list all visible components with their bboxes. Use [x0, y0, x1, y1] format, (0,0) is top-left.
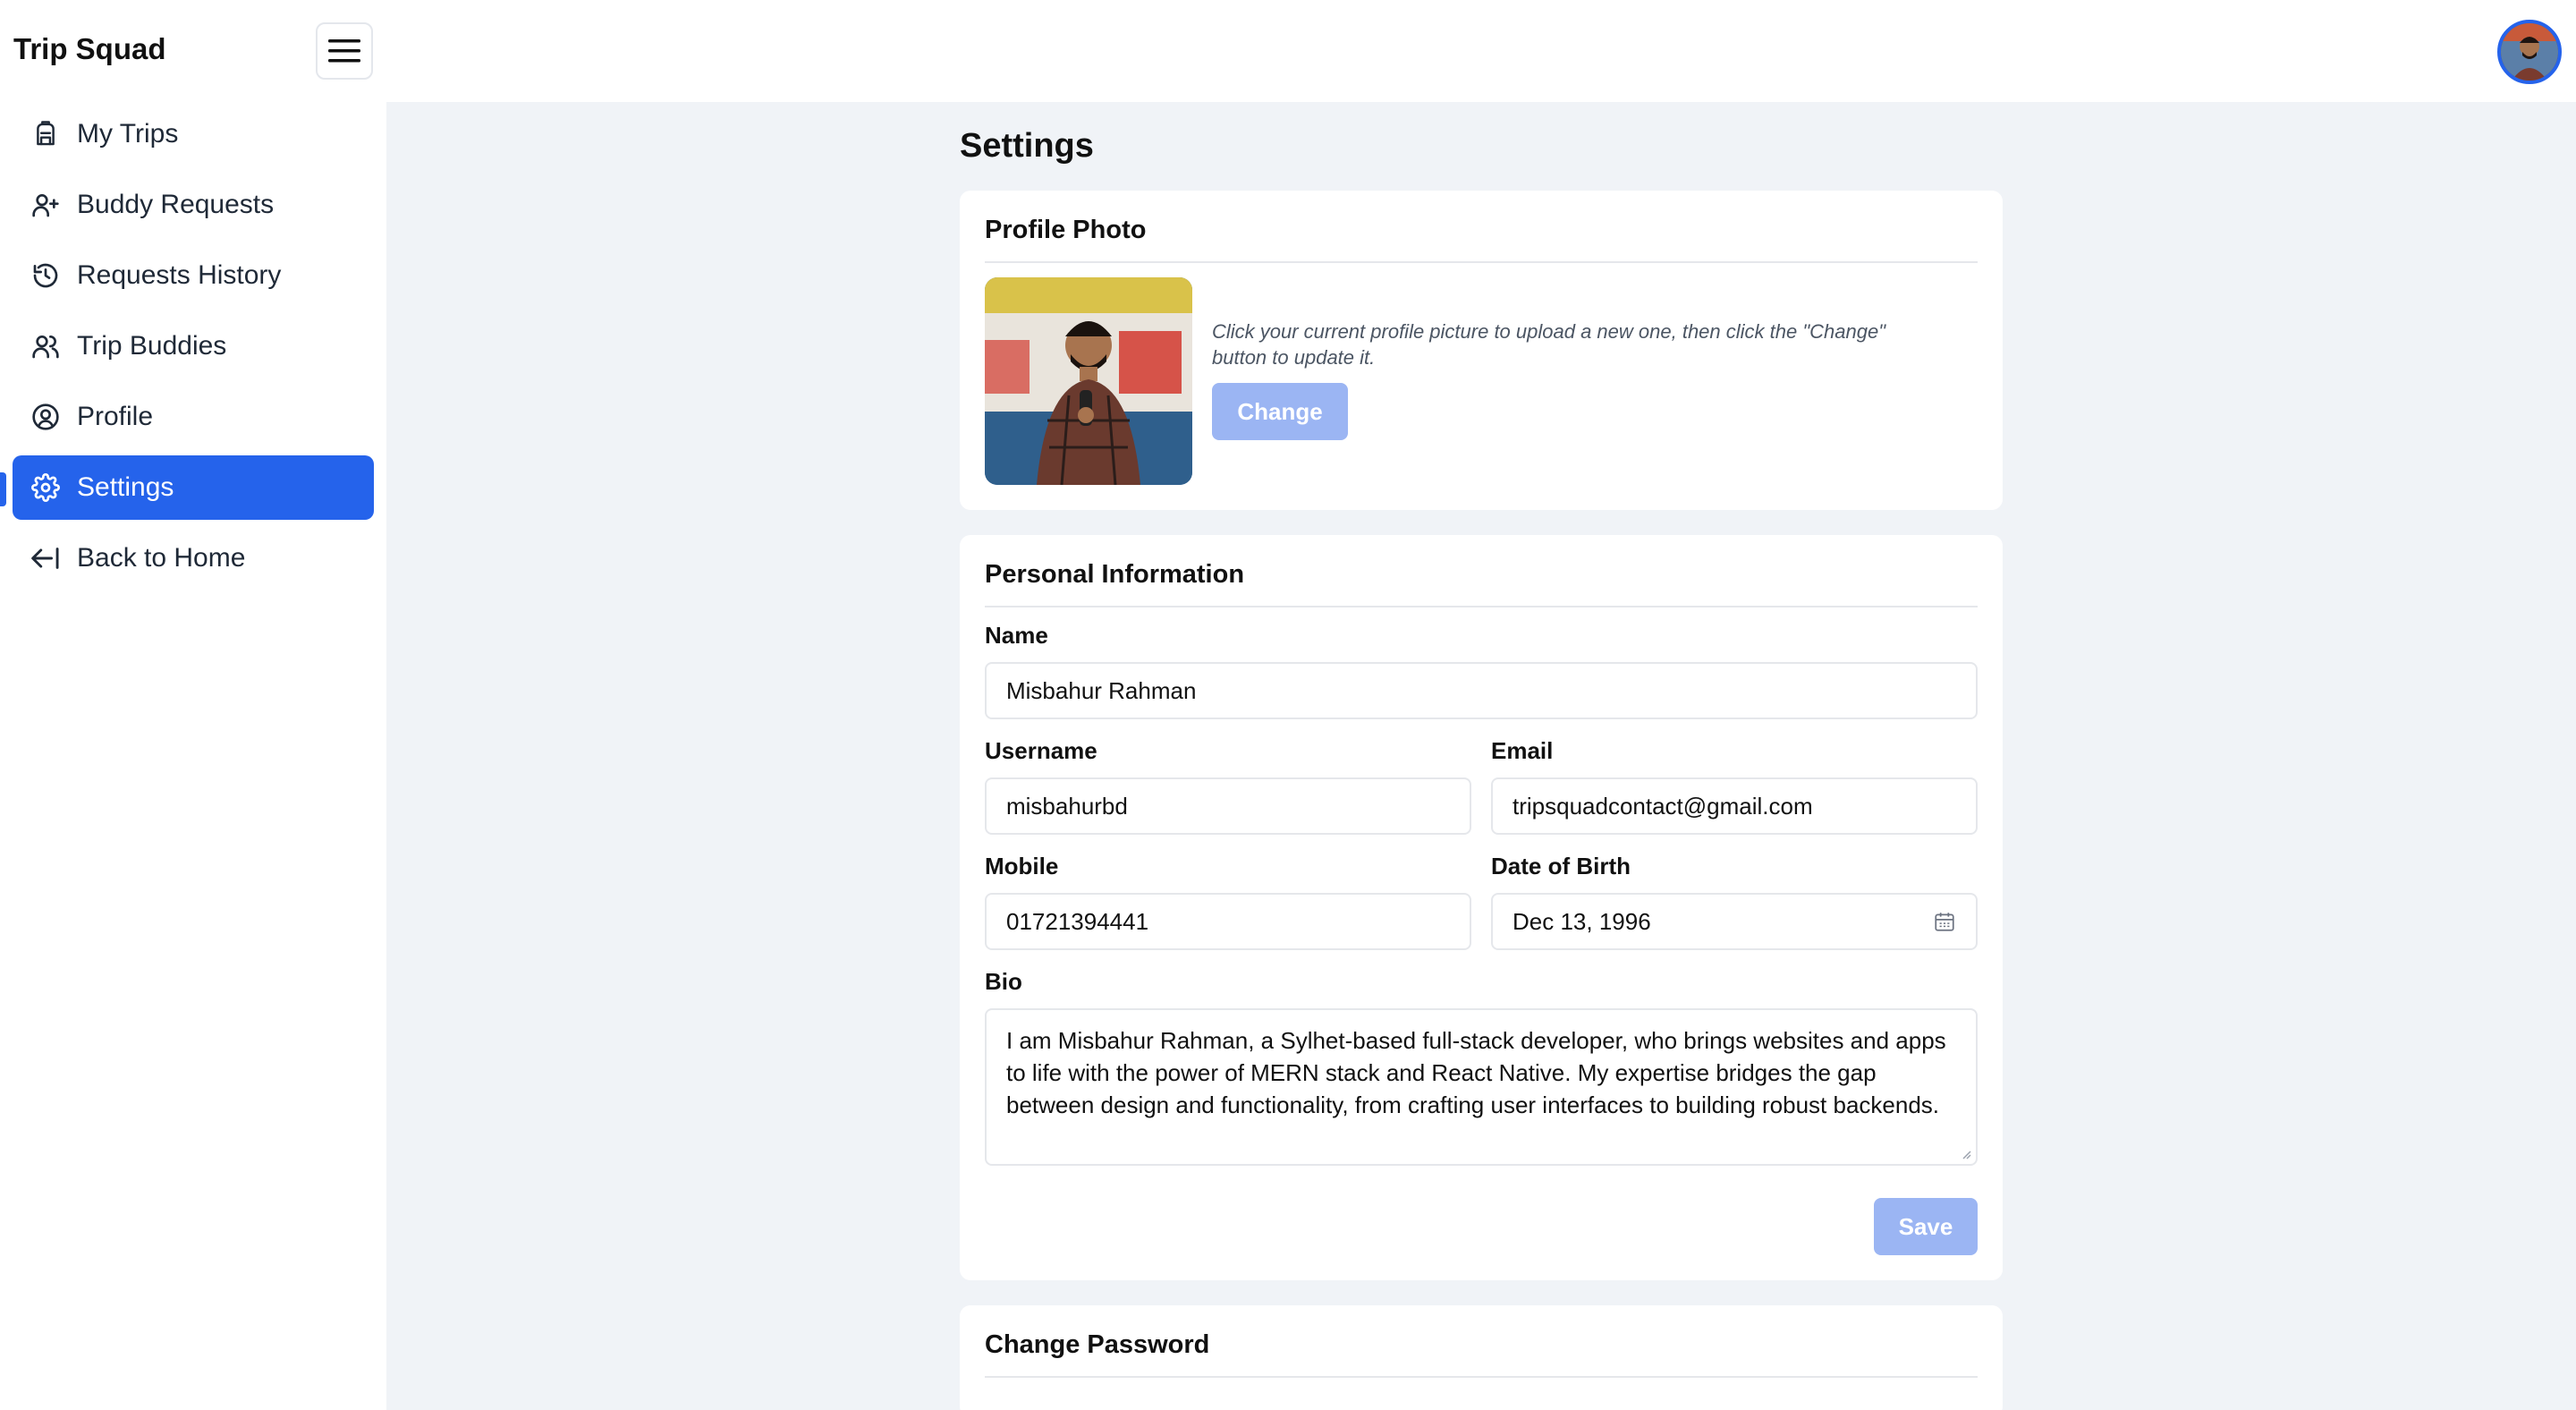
active-nav-indicator — [0, 472, 6, 506]
save-button[interactable]: Save — [1874, 1198, 1978, 1255]
mobile-field[interactable]: 01721394441 — [985, 893, 1471, 950]
bio-text: I am Misbahur Rahman, a Sylhet-based ful… — [1006, 1027, 1946, 1118]
sidebar-item-buddy-requests[interactable]: Buddy Requests — [13, 173, 374, 237]
sidebar-item-label: Back to Home — [77, 543, 246, 573]
sidebar-item-profile[interactable]: Profile — [13, 385, 374, 449]
sidebar-item-label: Settings — [77, 472, 174, 502]
resize-grip-icon[interactable] — [1958, 1146, 1972, 1160]
hamburger-icon — [328, 39, 360, 63]
username-field[interactable]: misbahurbd — [985, 777, 1471, 835]
profile-photo-image — [985, 277, 1192, 485]
name-field[interactable]: Misbahur Rahman — [985, 662, 1978, 719]
email-label: Email — [1491, 737, 1554, 764]
change-password-title: Change Password — [985, 1330, 1978, 1378]
profile-photo-hint: Click your current profile picture to up… — [1212, 320, 1886, 369]
username-label: Username — [985, 737, 1097, 764]
gear-icon — [30, 472, 61, 503]
email-field[interactable]: tripsquadcontact@gmail.com — [1491, 777, 1978, 835]
change-password-card: Change Password — [960, 1305, 2003, 1410]
user-avatar[interactable] — [2497, 20, 2562, 84]
personal-information-title: Personal Information — [985, 560, 1978, 607]
dob-field[interactable]: Dec 13, 1996 — [1491, 893, 1978, 950]
sidebar-item-my-trips[interactable]: My Trips — [13, 102, 374, 166]
app-title: Trip Squad — [13, 32, 166, 65]
personal-information-card: Personal Information Name Misbahur Rahma… — [960, 535, 2003, 1280]
mobile-label: Mobile — [985, 853, 1059, 879]
settings-main: Settings Profile Photo Click your curren… — [960, 102, 2003, 1410]
sidebar-item-label: My Trips — [77, 119, 179, 149]
avatar-photo — [2501, 23, 2558, 81]
sidebar: Trip Squad My Trips Buddy Requests Reque… — [0, 0, 386, 1410]
user-plus-icon — [30, 190, 61, 220]
backpack-icon — [30, 119, 61, 149]
profile-photo-card: Profile Photo Click your current profile… — [960, 191, 2003, 510]
users-icon — [30, 331, 61, 361]
sidebar-nav: My Trips Buddy Requests Requests History… — [13, 102, 374, 597]
sidebar-item-label: Trip Buddies — [77, 331, 227, 361]
bio-textarea[interactable]: I am Misbahur Rahman, a Sylhet-based ful… — [985, 1008, 1978, 1166]
change-photo-button[interactable]: Change — [1212, 383, 1348, 440]
sidebar-item-back-to-home[interactable]: Back to Home — [13, 526, 374, 590]
sidebar-item-settings[interactable]: Settings — [13, 455, 374, 520]
name-label: Name — [985, 622, 1048, 649]
arrow-left-bar-icon — [30, 543, 61, 573]
menu-toggle-button[interactable] — [316, 22, 373, 80]
calendar-icon[interactable] — [1933, 910, 1956, 933]
bio-label: Bio — [985, 968, 1022, 995]
dob-label: Date of Birth — [1491, 853, 1631, 879]
user-circle-icon — [30, 402, 61, 432]
sidebar-item-label: Buddy Requests — [77, 190, 275, 219]
profile-photo-title: Profile Photo — [985, 216, 1978, 263]
sidebar-item-requests-history[interactable]: Requests History — [13, 243, 374, 308]
sidebar-item-trip-buddies[interactable]: Trip Buddies — [13, 314, 374, 378]
sidebar-item-label: Requests History — [77, 260, 282, 290]
top-bar — [386, 0, 2576, 102]
dob-value: Dec 13, 1996 — [1513, 907, 1651, 935]
history-icon — [30, 260, 61, 291]
page-title: Settings — [960, 127, 1094, 165]
profile-photo[interactable] — [985, 277, 1192, 485]
sidebar-item-label: Profile — [77, 402, 154, 431]
